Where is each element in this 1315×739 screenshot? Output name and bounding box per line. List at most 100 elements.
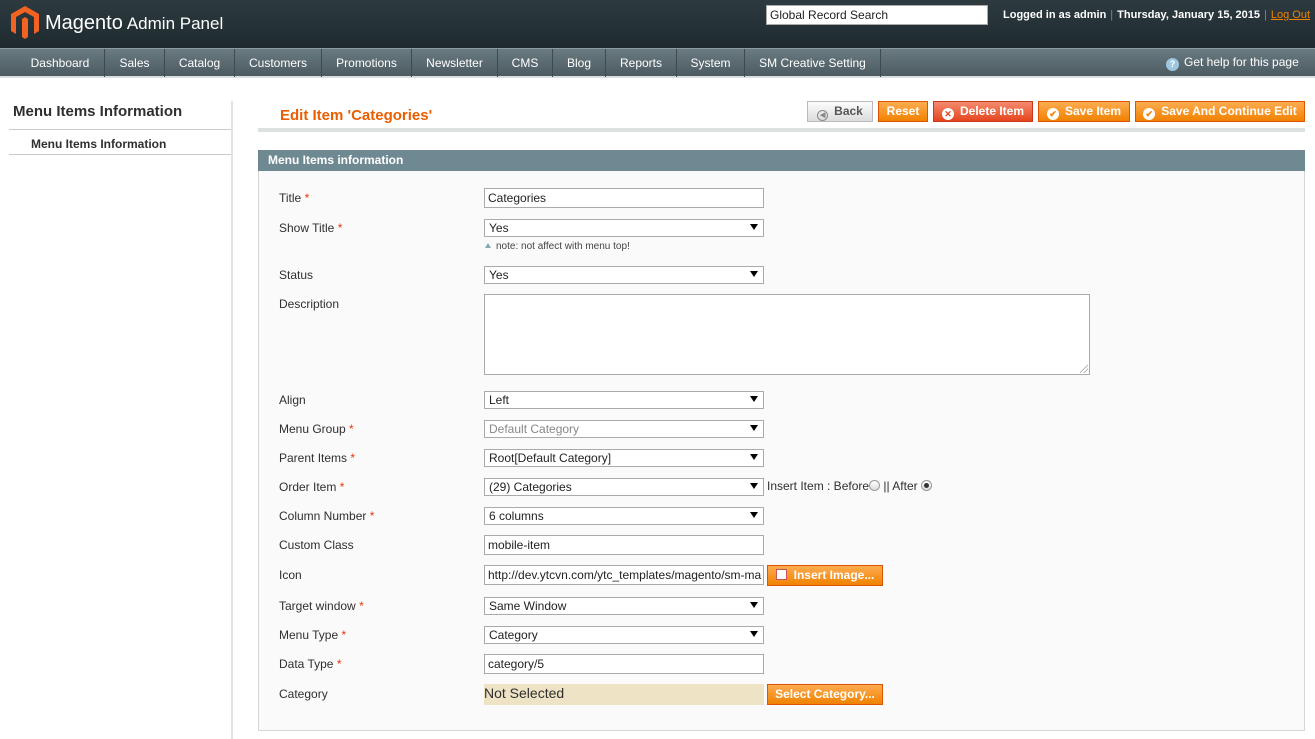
nav-item-system[interactable]: System — [677, 49, 745, 77]
menu-type-label: Menu Type * — [279, 628, 346, 642]
insert-before-label: Insert Item : Before — [767, 479, 870, 493]
required-marker: * — [341, 628, 347, 642]
help-text: Get help for this page — [1184, 55, 1299, 69]
status-value: Yes — [489, 268, 509, 282]
fieldset-header: Menu Items information — [258, 150, 1305, 171]
nav-item-sales[interactable]: Sales — [105, 49, 165, 77]
required-marker: * — [349, 422, 354, 436]
insert-after-radio[interactable] — [920, 480, 932, 491]
parent-items-label: Parent Items * — [279, 451, 355, 465]
data-type-input[interactable]: category/5 — [484, 654, 764, 674]
logout-link[interactable]: Log Out — [1271, 9, 1310, 21]
align-label: Align — [279, 393, 306, 407]
insert-before-radio[interactable] — [869, 480, 881, 491]
dropdown-arrow-icon — [750, 271, 758, 277]
insert-after-label: || After — [883, 479, 918, 493]
menu-type-label-text: Menu Type — [279, 628, 339, 642]
nav-item-promotions[interactable]: Promotions — [322, 49, 412, 77]
page-title: Edit Item 'Categories' — [280, 107, 433, 124]
check-icon: ✔ — [1046, 108, 1059, 120]
nav-item-blog[interactable]: Blog — [553, 49, 606, 77]
required-marker: * — [337, 221, 343, 235]
dropdown-arrow-icon — [750, 483, 758, 489]
nav-item-catalog[interactable]: Catalog — [165, 49, 235, 77]
nav-item-dashboard[interactable]: Dashboard — [16, 49, 105, 77]
order-item-select[interactable]: (29) Categories — [484, 478, 764, 496]
title-label-text: Title — [279, 191, 302, 205]
parent-items-label-text: Parent Items — [279, 451, 348, 465]
custom-class-input[interactable]: mobile-item — [484, 535, 764, 555]
target-window-value: Same Window — [489, 599, 567, 613]
fieldset-body — [258, 171, 1305, 731]
required-marker: * — [336, 657, 342, 671]
description-textarea[interactable] — [484, 294, 1090, 375]
sidebar-tab-menu-items-information[interactable]: Menu Items Information — [31, 137, 166, 151]
menu-group-label-text: Menu Group — [279, 422, 346, 436]
insert-image-button[interactable]: Insert Image... — [767, 565, 883, 586]
back-button[interactable]: ◀ Back — [807, 101, 873, 122]
title-divider — [258, 128, 1305, 132]
data-type-label-text: Data Type — [279, 657, 334, 671]
order-item-label-text: Order Item — [279, 480, 337, 494]
dropdown-arrow-icon — [750, 425, 758, 431]
show-title-select[interactable]: Yes — [484, 219, 764, 237]
dropdown-arrow-icon — [750, 454, 758, 460]
column-number-value: 6 columns — [489, 509, 544, 523]
category-label: Category — [279, 687, 328, 701]
resize-grip-icon[interactable] — [1080, 365, 1088, 373]
nav-item-customers[interactable]: Customers — [235, 49, 322, 77]
title-label: Title * — [279, 191, 309, 205]
category-selection-display: Not Selected — [484, 684, 764, 705]
save-item-button[interactable]: ✔ Save Item — [1038, 101, 1130, 122]
column-number-select[interactable]: 6 columns — [484, 507, 764, 525]
logo-brand: Magento — [45, 12, 123, 34]
nav-item-cms[interactable]: CMS — [498, 49, 553, 77]
sidebar-divider — [9, 154, 232, 155]
dropdown-arrow-icon — [750, 224, 758, 230]
dropdown-arrow-icon — [750, 512, 758, 518]
help-link[interactable]: ? Get help for this page — [1166, 55, 1299, 71]
magento-logo-icon — [11, 6, 39, 39]
save-and-continue-button[interactable]: ✔ Save And Continue Edit — [1135, 101, 1305, 122]
nav-item-sm-creative-setting[interactable]: SM Creative Setting — [745, 49, 881, 77]
sidebar-divider — [9, 129, 232, 130]
show-title-value: Yes — [489, 221, 509, 235]
nav-item-reports[interactable]: Reports — [606, 49, 677, 77]
reset-button[interactable]: Reset — [878, 101, 928, 122]
help-icon: ? — [1166, 58, 1179, 71]
parent-items-value: Root[Default Category] — [489, 451, 612, 465]
required-marker: * — [304, 191, 310, 205]
insert-position-group: Insert Item : Before || After — [767, 479, 932, 493]
logo-sub: Admin Panel — [126, 14, 224, 33]
dropdown-arrow-icon — [750, 631, 758, 637]
required-marker: * — [339, 480, 345, 494]
data-type-label: Data Type * — [279, 657, 342, 671]
save-continue-label: Save And Continue Edit — [1161, 104, 1297, 118]
nav-item-newsletter[interactable]: Newsletter — [412, 49, 498, 77]
show-title-note-text: note: not affect with menu top! — [496, 241, 630, 252]
title-input[interactable]: Categories — [484, 188, 764, 208]
status-select[interactable]: Yes — [484, 266, 764, 284]
logo-text: Magento Admin Panel — [45, 12, 223, 35]
target-window-select[interactable]: Same Window — [484, 597, 764, 615]
logged-in-text: Logged in as admin — [1003, 9, 1107, 21]
sidebar-title: Menu Items Information — [13, 103, 183, 120]
icon-input[interactable]: http://dev.ytcvn.com/ytc_templates/magen… — [484, 565, 764, 585]
align-select[interactable]: Left — [484, 391, 764, 409]
delete-item-button[interactable]: ✕ Delete Item — [933, 101, 1033, 122]
magento-logo[interactable]: Magento Admin Panel — [11, 6, 241, 40]
description-label: Description — [279, 297, 340, 311]
main-nav: Dashboard Sales Catalog Customers Promot… — [0, 48, 1315, 78]
menu-group-label: Menu Group * — [279, 422, 354, 436]
show-title-note: note: not affect with menu top! — [485, 241, 630, 252]
check-icon: ✔ — [1143, 108, 1156, 120]
menu-type-select[interactable]: Category — [484, 626, 764, 644]
select-category-button[interactable]: Select Category... — [767, 684, 883, 705]
global-search-input[interactable] — [766, 5, 988, 25]
save-label: Save Item — [1064, 104, 1122, 118]
column-number-label-text: Column Number — [279, 509, 367, 523]
note-arrow-icon — [485, 243, 491, 248]
custom-class-label: Custom Class — [279, 538, 354, 552]
target-window-label: Target window * — [279, 599, 364, 613]
parent-items-select[interactable]: Root[Default Category] — [484, 449, 764, 467]
